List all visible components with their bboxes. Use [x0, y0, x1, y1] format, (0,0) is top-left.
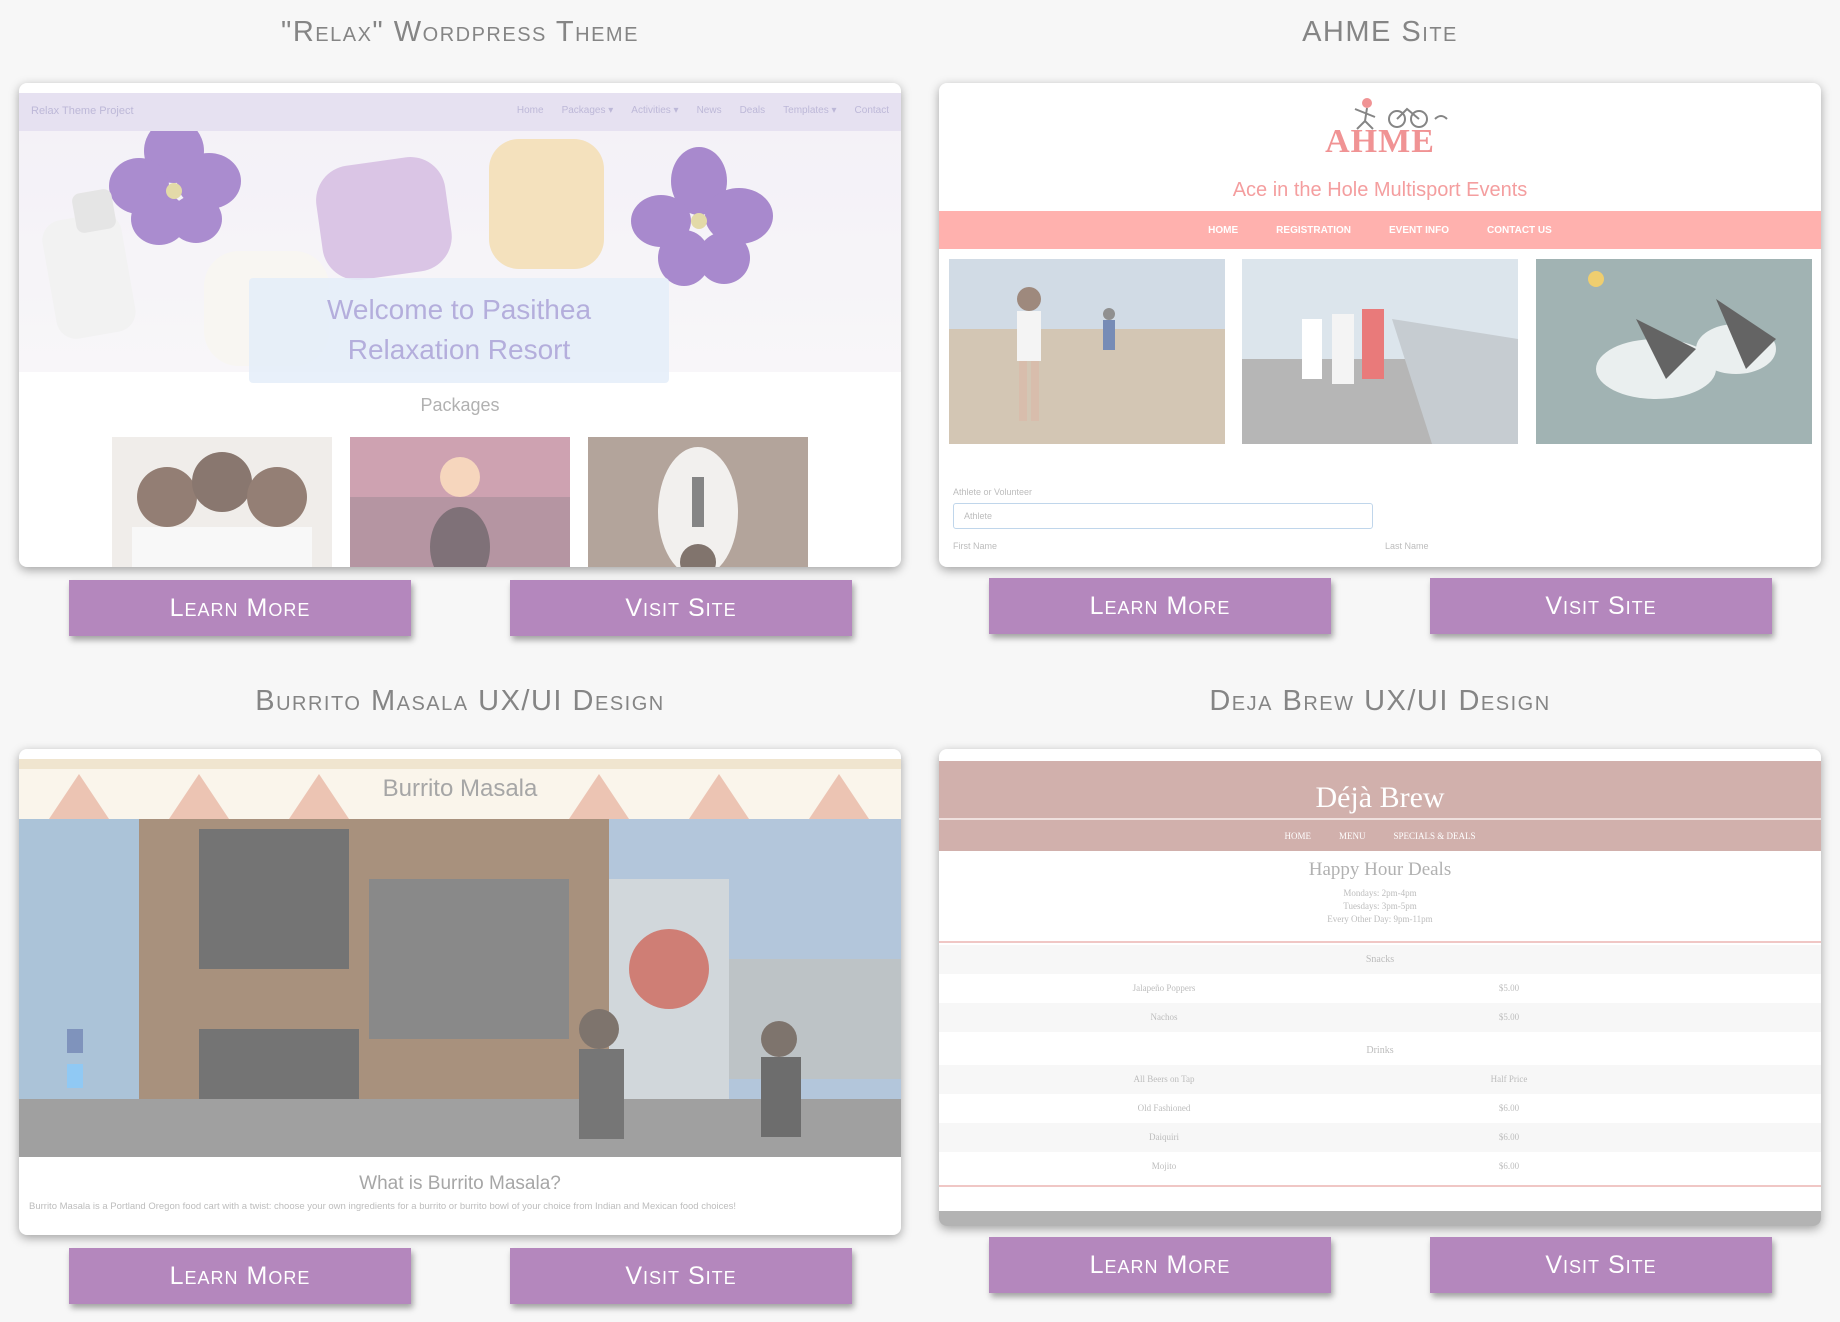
menu-row: Daiquiri $6.00: [939, 1123, 1821, 1152]
runner-photo: [949, 259, 1225, 444]
project-title: AHME Site: [1302, 16, 1458, 48]
mock-hours-line: Tuesdays: 3pm-5pm: [1343, 901, 1417, 911]
food-cart-photo: [19, 819, 901, 1157]
menu-row: Mojito $6.00: [939, 1152, 1821, 1181]
learn-more-button[interactable]: Learn More: [989, 578, 1331, 634]
mock-nav-item: MENU: [1338, 831, 1366, 841]
menu-item: All Beers on Tap: [1133, 1074, 1195, 1084]
project-screenshot: AHME Ace in the Hole Multisport Events H…: [939, 83, 1821, 567]
project-screenshot: Déjà Brew HOME MENU SPECIALS & DEALS Hap…: [939, 749, 1821, 1226]
project-card-relax: "Relax" Wordpress Theme Relax Theme Proj…: [0, 0, 920, 661]
menu-row: Old Fashioned $6.00: [939, 1094, 1821, 1123]
menu-price: $6.00: [1498, 1161, 1520, 1171]
menu-item: Mojito: [1151, 1161, 1177, 1171]
mock-logo: AHME: [1325, 123, 1435, 160]
mock-nav-item: Templates ▾: [783, 105, 837, 116]
mock-nav-item: Contact: [854, 105, 889, 116]
mock-nav-item: Home: [516, 105, 544, 116]
menu-section-header: Snacks: [939, 945, 1821, 974]
project-screenshot: Relax Theme Project Home Packages ▾ Acti…: [19, 83, 901, 567]
menu-row: Nachos $5.00: [939, 1003, 1821, 1032]
package-photo-sunset: [350, 437, 570, 567]
divider: [939, 1185, 1821, 1187]
project-title: "Relax" Wordpress Theme: [281, 16, 639, 48]
mock-field-label: Last Name: [1385, 541, 1429, 551]
mock-navbar: HOME MENU SPECIALS & DEALS: [939, 831, 1821, 841]
mock-nav-item: Deals: [739, 105, 766, 116]
menu-item: Jalapeño Poppers: [1132, 983, 1196, 993]
project-card-deja-brew: Deja Brew UX/UI Design Déjà Brew HOME ME…: [920, 661, 1840, 1322]
mock-nav-links: Home Packages ▾ Activities ▾ News Deals …: [517, 105, 889, 116]
project-card-ahme: AHME Site AHME Ace in the Hole Multispor…: [920, 0, 1840, 661]
mock-nav-item: HOME: [1208, 224, 1239, 236]
visit-site-button[interactable]: Visit Site: [510, 580, 852, 636]
mock-navbar: Relax Theme Project Home Packages ▾ Acti…: [19, 93, 901, 131]
mock-nav-item: CONTACT US: [1487, 224, 1552, 236]
mock-brand: Relax Theme Project: [31, 105, 134, 117]
footer-strip: [939, 1211, 1821, 1226]
project-title: Deja Brew UX/UI Design: [1209, 685, 1551, 717]
mock-site-subtitle: Ace in the Hole Multisport Events: [1232, 179, 1528, 201]
menu-price: $5.00: [1498, 1012, 1520, 1022]
mock-banner-title: Burrito Masala: [382, 775, 538, 802]
mock-nav-item: Activities ▾: [631, 105, 679, 116]
package-photo-friends: [112, 437, 332, 567]
mock-welcome-line: Relaxation Resort: [347, 334, 571, 365]
mock-nav-item: EVENT INFO: [1389, 224, 1450, 236]
mock-welcome-banner: Welcome to Pasithea Relaxation Resort: [249, 278, 669, 383]
menu-item: Daiquiri: [1149, 1132, 1179, 1142]
divider: [939, 818, 1821, 820]
mock-section-heading: Happy Hour Deals: [1308, 859, 1452, 880]
mock-logo: Déjà Brew: [1315, 781, 1445, 814]
menu-section-label: Snacks: [1365, 954, 1395, 965]
menu-row: Jalapeño Poppers $5.00: [939, 974, 1821, 1003]
mock-nav-item: REGISTRATION: [1276, 224, 1351, 236]
learn-more-button[interactable]: Learn More: [69, 1248, 411, 1304]
project-title: Burrito Masala UX/UI Design: [255, 685, 665, 717]
menu-item: Old Fashioned: [1137, 1103, 1191, 1113]
visit-site-button[interactable]: Visit Site: [510, 1248, 852, 1304]
mock-welcome-line: Welcome to Pasithea: [326, 294, 592, 325]
mock-header: Déjà Brew HOME MENU SPECIALS & DEALS: [939, 761, 1821, 851]
mock-hours-line: Every Other Day: 9pm-11pm: [1327, 914, 1433, 924]
project-screenshot: Burrito Masala What is Burrito Masala? B…: [19, 749, 901, 1235]
project-card-burrito-masala: Burrito Masala UX/UI Design Burrito Masa…: [0, 661, 920, 1322]
mock-packages-heading: Packages: [420, 395, 500, 415]
mock-section-heading: What is Burrito Masala?: [359, 1173, 561, 1194]
mock-description: Burrito Masala is a Portland Oregon food…: [29, 1201, 737, 1212]
menu-section-header: Drinks: [939, 1036, 1821, 1065]
mock-select: Athlete: [953, 503, 1373, 529]
mock-nav-item: HOME: [1284, 831, 1311, 841]
visit-site-button[interactable]: Visit Site: [1430, 578, 1772, 634]
package-photo-massage: [588, 437, 808, 567]
mock-navbar: HOME REGISTRATION EVENT INFO CONTACT US: [939, 211, 1821, 249]
menu-price: Half Price: [1490, 1074, 1528, 1084]
menu-item: Nachos: [1150, 1012, 1178, 1022]
swim-photo: [1536, 259, 1812, 444]
divider: [939, 941, 1821, 943]
menu-price: $6.00: [1498, 1132, 1520, 1142]
mock-hours: Mondays: 2pm-4pm Tuesdays: 3pm-5pm Every…: [939, 887, 1821, 926]
bridge-run-photo: [1242, 259, 1518, 444]
mock-nav-item: Packages ▾: [561, 105, 614, 116]
mock-nav-item: News: [696, 105, 722, 116]
mock-field-label: First Name: [953, 541, 998, 551]
mock-hours-line: Mondays: 2pm-4pm: [1343, 888, 1417, 898]
menu-price: $5.00: [1498, 983, 1520, 993]
mock-field-label: Athlete or Volunteer: [953, 487, 1033, 497]
mock-nav-item: SPECIALS & DEALS: [1393, 831, 1476, 841]
learn-more-button[interactable]: Learn More: [69, 580, 411, 636]
menu-row: All Beers on Tap Half Price: [939, 1065, 1821, 1094]
menu-price: $6.00: [1498, 1103, 1520, 1113]
menu-section-label: Drinks: [1366, 1045, 1394, 1056]
learn-more-button[interactable]: Learn More: [989, 1237, 1331, 1293]
visit-site-button[interactable]: Visit Site: [1430, 1237, 1772, 1293]
